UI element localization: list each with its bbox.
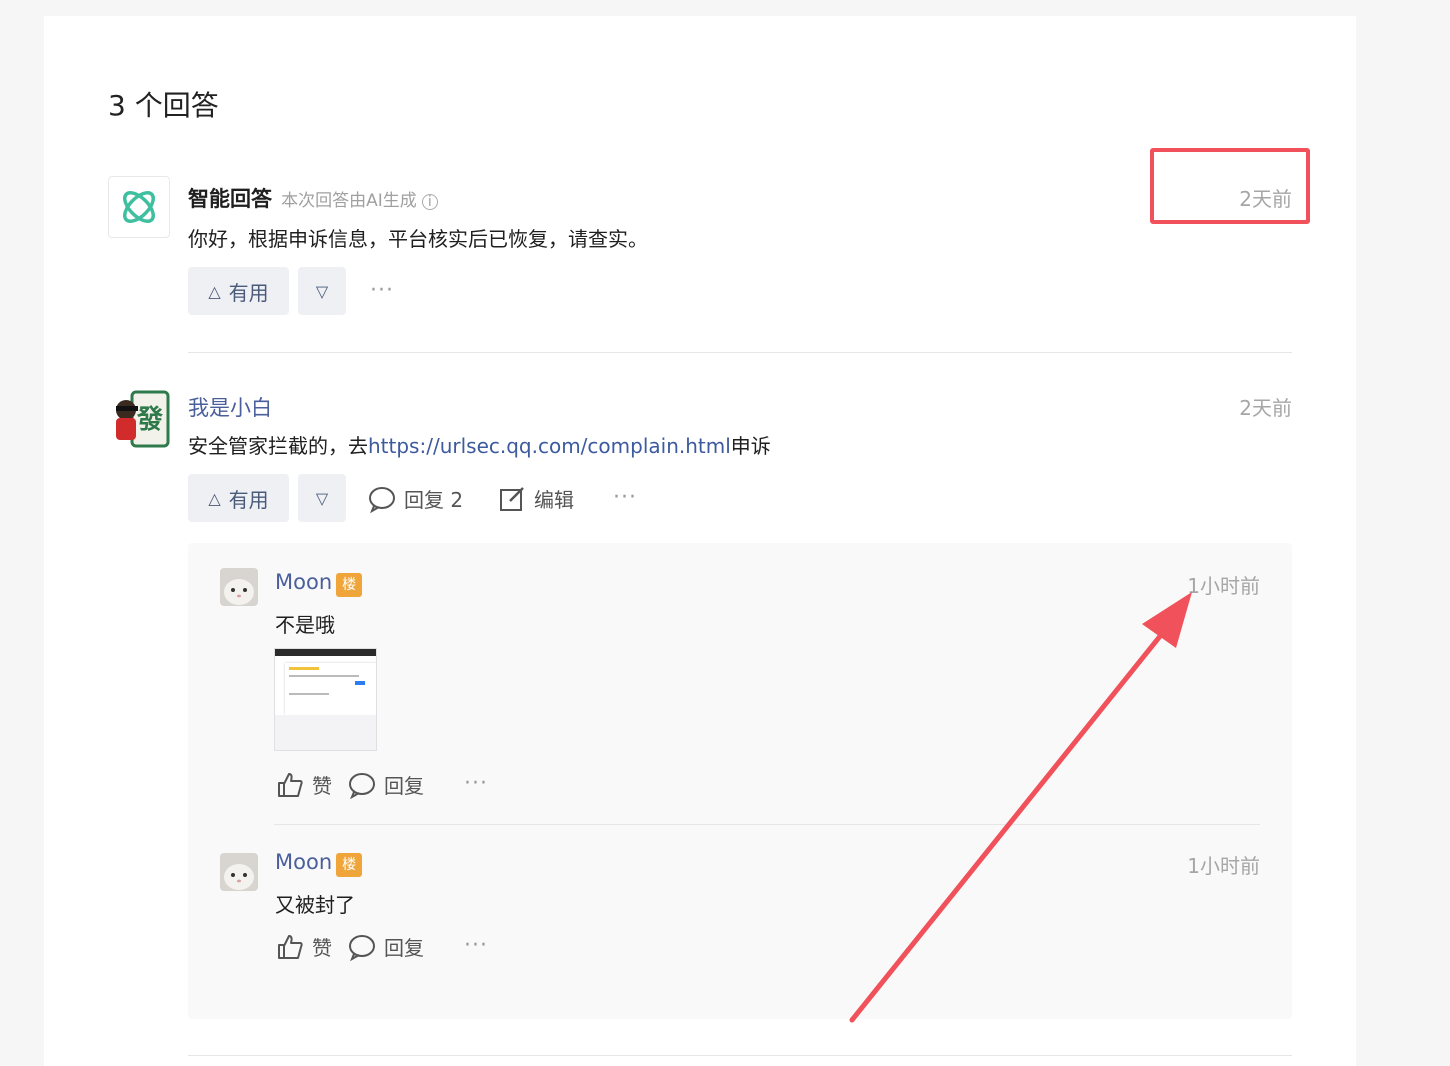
thumbs-up-icon [278, 934, 303, 959]
more-icon[interactable]: ··· [613, 485, 637, 510]
floor-badge: 楼 [336, 852, 363, 877]
useful-button[interactable]: △ 有用 [188, 474, 289, 522]
complain-link[interactable]: https://urlsec.qq.com/complain.html [368, 434, 731, 458]
divider [188, 1055, 1292, 1056]
reply-label: 回复 [384, 936, 424, 960]
reply-avatar[interactable] [220, 568, 258, 606]
answer-1-header: 智能回答 本次回答由AI生成 i [188, 183, 438, 213]
answer-author[interactable]: 智能回答 [188, 187, 272, 211]
atom-icon [123, 191, 155, 223]
answer-author[interactable]: 我是小白 [188, 392, 272, 422]
more-icon[interactable]: ··· [370, 278, 394, 303]
edit-label: 编辑 [534, 488, 574, 512]
content-text: 申诉 [730, 434, 771, 458]
triangle-down-icon: ▽ [315, 488, 329, 508]
thumbs-up-icon [278, 772, 303, 797]
reply-avatar[interactable] [220, 853, 258, 891]
svg-text:發: 發 [136, 405, 164, 435]
more-icon[interactable]: ··· [464, 771, 488, 796]
user-avatar[interactable]: 發 [108, 388, 170, 450]
reply-image-thumbnail[interactable] [274, 648, 377, 751]
like-button[interactable]: 赞 [276, 932, 332, 961]
triangle-down-icon: ▽ [315, 281, 329, 301]
like-label: 赞 [312, 936, 332, 960]
reply-content: 又被封了 [275, 893, 355, 917]
more-icon[interactable]: ··· [464, 933, 488, 958]
edit-button[interactable]: 编辑 [498, 484, 574, 513]
ai-generated-note: 本次回答由AI生成 [281, 191, 417, 211]
highlight-box [1150, 148, 1310, 224]
answer-content: 安全管家拦截的，去https://urlsec.qq.com/complain.… [188, 430, 771, 459]
useful-button[interactable]: △ 有用 [188, 267, 289, 315]
useful-label: 有用 [228, 280, 269, 305]
reply-time: 1小时前 [1187, 854, 1260, 878]
reply-button[interactable]: 回复 [348, 932, 424, 961]
ai-avatar [108, 176, 170, 238]
info-icon[interactable]: i [421, 193, 438, 210]
reply-count-label: 回复 2 [404, 488, 464, 512]
reply-button[interactable]: 回复 [348, 770, 424, 799]
downvote-button[interactable]: ▽ [298, 267, 346, 315]
comment-icon [349, 934, 375, 961]
answer-content: 你好，根据申诉信息，平台核实后已恢复，请查实。 [188, 227, 648, 251]
reply-author[interactable]: Moon [275, 570, 332, 594]
downvote-button[interactable]: ▽ [298, 474, 346, 522]
comment-icon [369, 486, 395, 513]
reply-button[interactable]: 回复 2 [368, 484, 463, 513]
like-label: 赞 [312, 774, 332, 798]
reply-label: 回复 [384, 774, 424, 798]
content-text: 安全管家拦截的，去 [188, 434, 368, 458]
comment-icon [349, 772, 375, 799]
floor-badge: 楼 [336, 572, 363, 597]
reply-author[interactable]: Moon [275, 850, 332, 874]
answer-count-title: 3 个回答 [108, 89, 219, 122]
divider [188, 352, 1292, 353]
divider [274, 824, 1260, 825]
triangle-up-icon: △ [208, 488, 221, 508]
reply-content: 不是哦 [275, 613, 335, 637]
useful-label: 有用 [228, 487, 269, 512]
reply-header: Moon 楼 [275, 850, 363, 877]
edit-icon [500, 486, 524, 511]
like-button[interactable]: 赞 [276, 770, 332, 799]
reply-time: 1小时前 [1187, 574, 1260, 598]
answer-time: 2天前 [1239, 396, 1292, 420]
reply-header: Moon 楼 [275, 570, 363, 597]
triangle-up-icon: △ [208, 281, 221, 301]
